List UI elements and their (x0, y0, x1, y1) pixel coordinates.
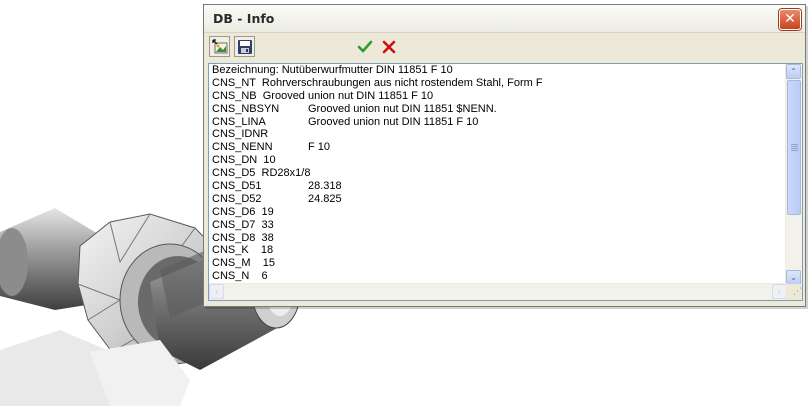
info-field-value: 28.318 (308, 180, 342, 193)
info-field-name: CNS_NBSYN (212, 102, 280, 115)
cancel-button[interactable] (380, 38, 398, 56)
info-field-value: F 10 (308, 141, 331, 154)
db-info-dialog: DB - Info ✕ Bezeichnung: Nutüberwurfmutt… (203, 4, 806, 307)
info-line: CNS_DN 10 (212, 154, 787, 167)
info-field-name: Bezeichnung: Nutüberwurfmutter DIN 11851… (212, 64, 453, 76)
info-line: CNS_D52 24.825 (212, 193, 787, 206)
info-line: CNS_D7 33 (212, 219, 787, 232)
save-button[interactable] (234, 36, 255, 57)
scroll-left-button[interactable]: ‹ (209, 284, 224, 299)
info-field-value: 24.825 (308, 192, 342, 205)
cancel-x-icon (382, 40, 396, 54)
info-line: CNS_K 18 (212, 244, 787, 257)
open-picture-button[interactable] (209, 36, 230, 57)
info-field-name: CNS_NENN (212, 141, 273, 154)
check-icon (357, 40, 373, 53)
vertical-scroll-thumb[interactable] (787, 80, 801, 215)
info-field-name: CNS_D51 (212, 180, 262, 193)
info-field-name: CNS_N 6 (212, 270, 268, 283)
info-line: CNS_D8 38 (212, 232, 787, 245)
close-button[interactable]: ✕ (779, 9, 801, 30)
info-field-name: CNS_M 15 (212, 257, 275, 270)
info-field-name: CNS_K 18 (212, 244, 274, 257)
info-field-name: CNS_DN 10 (212, 154, 276, 167)
info-field-name: CNS_D6 19 (212, 205, 274, 218)
info-line: CNS_N 6 (212, 270, 787, 283)
info-text-area[interactable]: Bezeichnung: Nutüberwurfmutter DIN 11851… (208, 63, 803, 301)
info-field-value: Grooved union nut DIN 11851 F 10 (308, 115, 479, 128)
confirm-button[interactable] (356, 38, 374, 56)
info-line: Bezeichnung: Nutüberwurfmutter DIN 11851… (212, 64, 787, 77)
info-field-name: CNS_D52 (212, 192, 262, 205)
info-field-name: CNS_IDNR (212, 128, 269, 141)
open-picture-icon (212, 39, 228, 54)
resize-grip-icon[interactable]: ⋰ (786, 284, 802, 300)
save-disk-icon (238, 40, 252, 54)
title-bar[interactable]: DB - Info ✕ (204, 5, 805, 33)
horizontal-scrollbar[interactable]: ‹ › (209, 283, 787, 300)
info-line: CNS_NBSYN Grooved union nut DIN 11851 $NE… (212, 103, 787, 116)
info-line: CNS_LINA Grooved union nut DIN 11851 F 10 (212, 116, 787, 129)
info-line: CNS_NB Grooved union nut DIN 11851 F 10 (212, 90, 787, 103)
window-title: DB - Info (213, 11, 275, 26)
info-lines: Bezeichnung: Nutüberwurfmutter DIN 11851… (212, 64, 787, 283)
info-line: CNS_NENN F 10 (212, 141, 787, 154)
toolbar (209, 36, 800, 60)
scroll-up-button[interactable]: ⌃ (786, 64, 801, 79)
info-line: CNS_D6 19 (212, 206, 787, 219)
info-field-name: CNS_LINA (212, 115, 266, 128)
info-line: CNS_D5 RD28x1/8 (212, 167, 787, 180)
vertical-scrollbar[interactable]: ⌃ ⌄ (785, 64, 802, 285)
info-line: CNS_M 15 (212, 257, 787, 270)
scroll-right-button[interactable]: › (772, 284, 787, 299)
info-field-name: CNS_D8 38 (212, 231, 274, 244)
scroll-down-button[interactable]: ⌄ (786, 270, 801, 285)
info-field-value: Grooved union nut DIN 11851 $NENN. (308, 102, 497, 115)
info-line: CNS_D51 28.318 (212, 180, 787, 193)
info-field-name: CNS_NT Rohrverschraubungen aus nicht ros… (212, 76, 543, 89)
info-field-name: CNS_D7 33 (212, 218, 274, 231)
info-field-name: CNS_D5 RD28x1/8 (212, 167, 311, 180)
info-line: CNS_NT Rohrverschraubungen aus nicht ros… (212, 77, 787, 90)
info-line: CNS_IDNR (212, 128, 787, 141)
info-field-name: CNS_NB Grooved union nut DIN 11851 F 10 (212, 89, 434, 102)
